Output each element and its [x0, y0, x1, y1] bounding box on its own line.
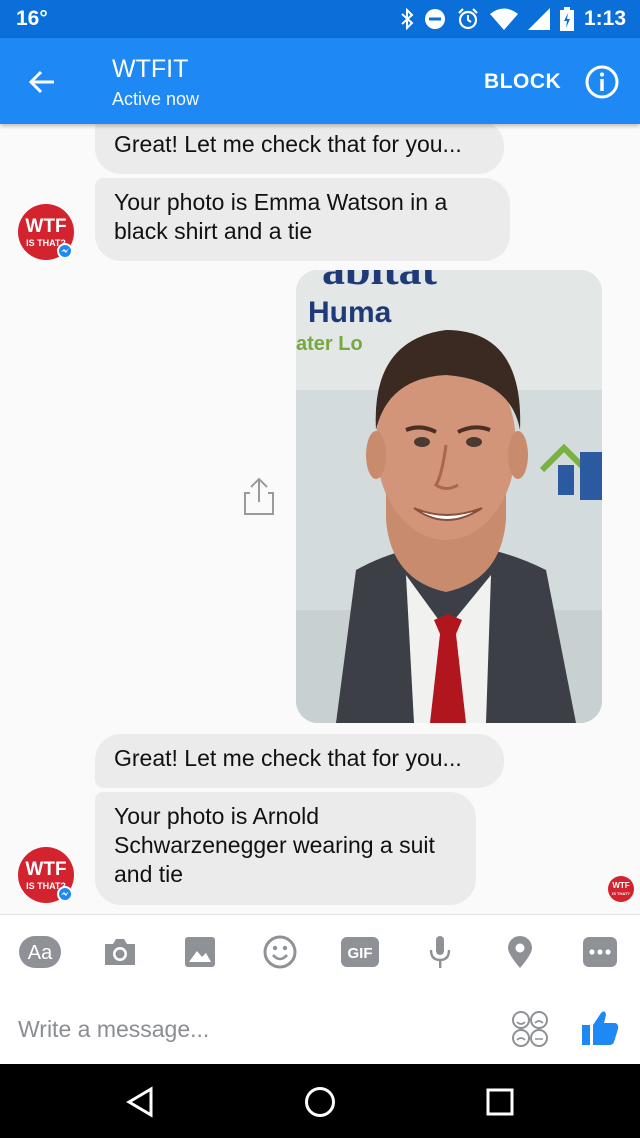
microphone-icon: [429, 936, 451, 968]
avatar-logo-top: WTF: [25, 859, 67, 880]
microphone-button[interactable]: [418, 933, 462, 971]
gallery-icon: [185, 937, 215, 967]
bluetooth-icon: [400, 8, 414, 30]
nav-recents-button[interactable]: [480, 1082, 520, 1122]
avatar-logo-top: WTF: [25, 216, 67, 237]
message-thread[interactable]: Great! Let me check that for you... Your…: [0, 124, 640, 914]
message-input[interactable]: [18, 1007, 488, 1051]
status-icons: 1:13: [400, 7, 626, 31]
conversation-title-group[interactable]: WTFIT Active now: [112, 54, 199, 112]
more-icon: [583, 937, 617, 967]
like-button[interactable]: [580, 1009, 624, 1051]
cell-signal-icon: [527, 8, 550, 30]
text-format-button[interactable]: Aa: [18, 933, 62, 971]
info-icon: [585, 65, 619, 99]
active-status: Active now: [112, 89, 200, 109]
block-button[interactable]: BLOCK: [470, 66, 575, 98]
camera-button[interactable]: [98, 933, 142, 971]
back-triangle-icon: [126, 1086, 153, 1118]
message-bubble[interactable]: Your photo is Emma Watson in a black shi…: [95, 178, 510, 261]
nav-back-button[interactable]: [120, 1082, 160, 1122]
alarm-icon: [456, 7, 480, 31]
conversation-header: WTFIT Active now BLOCK: [0, 38, 640, 124]
do-not-disturb-icon: [424, 8, 446, 30]
read-receipt-logo-top: WTF: [612, 881, 630, 890]
messenger-screen: 16° 1:13 WTFIT Active now BLOCK Great! L…: [0, 0, 640, 1138]
location-button[interactable]: [498, 933, 542, 971]
message-bubble[interactable]: Great! Let me check that for you...: [95, 124, 504, 174]
sticker-faces-icon: [512, 1011, 548, 1047]
share-button[interactable]: [240, 476, 278, 516]
camera-icon: [105, 939, 135, 965]
recents-square-icon: [486, 1088, 514, 1116]
thumbs-up-icon: [582, 1011, 619, 1045]
battery-charging-icon: [559, 7, 574, 31]
emoji-icon: [263, 935, 297, 969]
text-format-icon: Aa: [19, 936, 61, 968]
temperature: 16°: [16, 7, 48, 30]
emoji-button[interactable]: [258, 933, 302, 971]
info-button[interactable]: [582, 62, 622, 102]
text-format-label: Aa: [28, 942, 53, 964]
gif-button[interactable]: GIF: [338, 933, 382, 971]
more-button[interactable]: [578, 933, 622, 971]
home-circle-icon: [305, 1087, 335, 1117]
nav-home-button[interactable]: [300, 1082, 340, 1122]
message-bubble[interactable]: Great! Let me check that for you...: [95, 734, 504, 788]
photo-sign-line-3: ater Lo: [296, 333, 363, 355]
message-bubble[interactable]: Your photo is Arnold Schwarzenegger wear…: [95, 792, 476, 905]
sticker-button[interactable]: [510, 1009, 550, 1049]
photo-message[interactable]: abitat Huma ater Lo: [296, 270, 602, 723]
read-receipt-avatar: WTF IS THAT?: [608, 876, 634, 902]
conversation-title: WTFIT: [112, 55, 189, 83]
back-button[interactable]: [20, 60, 64, 104]
arrow-left-icon: [28, 70, 54, 94]
photo-sign-line-2: Huma: [308, 296, 392, 329]
status-bar: 16° 1:13: [0, 0, 640, 38]
share-icon: [244, 477, 274, 515]
clock: 1:13: [583, 7, 626, 30]
message-composer: Aa GIF: [0, 914, 640, 1064]
read-receipt-logo-bottom: IS THAT?: [612, 891, 630, 896]
photo-sign-line-1: abitat: [322, 270, 438, 294]
system-navigation-bar: [0, 1064, 640, 1138]
photo-content: abitat Huma ater Lo: [296, 270, 602, 723]
gif-icon: GIF: [341, 937, 379, 967]
location-icon: [508, 936, 532, 968]
gallery-button[interactable]: [178, 933, 222, 971]
wifi-icon: [489, 8, 518, 30]
gif-label: GIF: [348, 945, 373, 962]
messenger-badge-icon: [57, 243, 73, 259]
messenger-badge-icon: [57, 886, 73, 902]
